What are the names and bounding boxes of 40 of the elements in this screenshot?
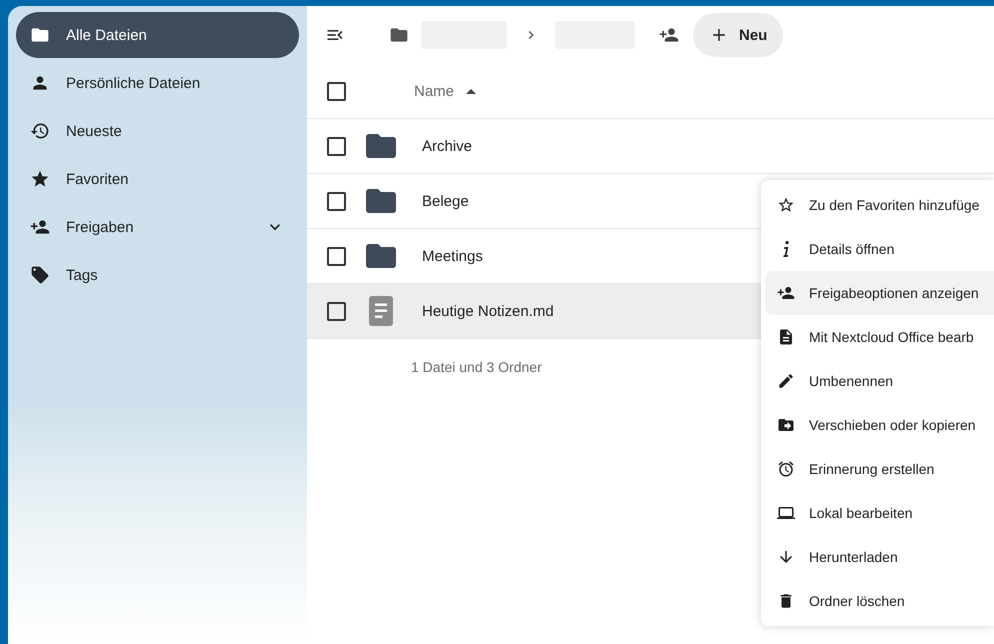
menu-item[interactable]: Herunterladen: [765, 535, 994, 579]
file-name[interactable]: Heutige Notizen.md: [422, 302, 554, 320]
sidebar-item[interactable]: Favoriten: [16, 156, 299, 202]
sidebar-item[interactable]: Freigaben: [16, 204, 299, 250]
checkbox[interactable]: [327, 82, 346, 100]
sidebar-item[interactable]: Persönliche Dateien: [16, 60, 299, 106]
tags-icon: [30, 265, 50, 285]
alarm-clock-icon: [777, 460, 795, 478]
pencil-icon: [777, 372, 795, 390]
menu-item[interactable]: Ordner löschen: [765, 579, 994, 623]
sidebar-item[interactable]: Tags: [16, 252, 299, 298]
folder-arrow-icon: [777, 416, 795, 434]
download-icon: [777, 548, 795, 566]
column-header[interactable]: Name: [414, 82, 454, 100]
document-icon: [777, 328, 795, 346]
menu-item[interactable]: Umbenennen: [765, 359, 994, 403]
history-icon: [30, 121, 50, 141]
new-button[interactable]: Neu: [693, 13, 784, 57]
checkbox[interactable]: [327, 302, 346, 320]
checkbox[interactable]: [327, 136, 346, 156]
person-add-icon: [777, 284, 795, 302]
menu-item[interactable]: Zu den Favoriten hinzufüge: [765, 183, 994, 227]
menu-item[interactable]: Lokal bearbeiten: [765, 491, 994, 535]
sidebar-item[interactable]: Alle Dateien: [16, 12, 299, 58]
sidebar-item[interactable]: Neueste: [16, 108, 299, 154]
star-icon: [30, 169, 50, 189]
laptop-icon: [777, 504, 795, 522]
menu-item[interactable]: Freigabeoptionen anzeigen: [765, 271, 994, 315]
menu-item[interactable]: Details öffnen: [765, 227, 994, 271]
file-row[interactable]: Archive: [307, 119, 994, 174]
menu-item[interactable]: Verschieben oder kopieren: [765, 403, 994, 447]
file-count-summary: 1 Datei und 3 Ordner: [410, 358, 543, 375]
star-outline-icon: [777, 196, 795, 214]
checkbox[interactable]: [327, 246, 346, 266]
file-name[interactable]: Belege: [422, 192, 469, 210]
menu-item[interactable]: Erinnerung erstellen: [765, 447, 994, 491]
file-name[interactable]: Meetings: [422, 248, 483, 264]
checkbox[interactable]: [327, 192, 346, 210]
info-icon: [782, 241, 790, 257]
file-name[interactable]: Archive: [422, 138, 472, 154]
